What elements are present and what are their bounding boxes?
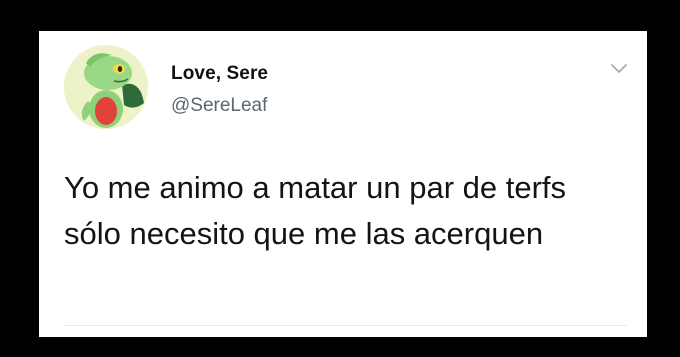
tweet-card: Love, Sere @SereLeaf Yo me animo a matar… bbox=[39, 31, 647, 337]
display-name[interactable]: Love, Sere bbox=[171, 63, 268, 85]
chevron-down-icon[interactable] bbox=[610, 62, 628, 76]
username-handle[interactable]: @SereLeaf bbox=[171, 95, 267, 117]
divider bbox=[64, 325, 627, 326]
avatar[interactable] bbox=[64, 45, 148, 129]
tweet-text: Yo me animo a matar un par de terfs sólo… bbox=[64, 170, 567, 251]
screenshot-frame: Love, Sere @SereLeaf Yo me animo a matar… bbox=[0, 0, 680, 357]
treecko-avatar-icon bbox=[64, 45, 148, 129]
